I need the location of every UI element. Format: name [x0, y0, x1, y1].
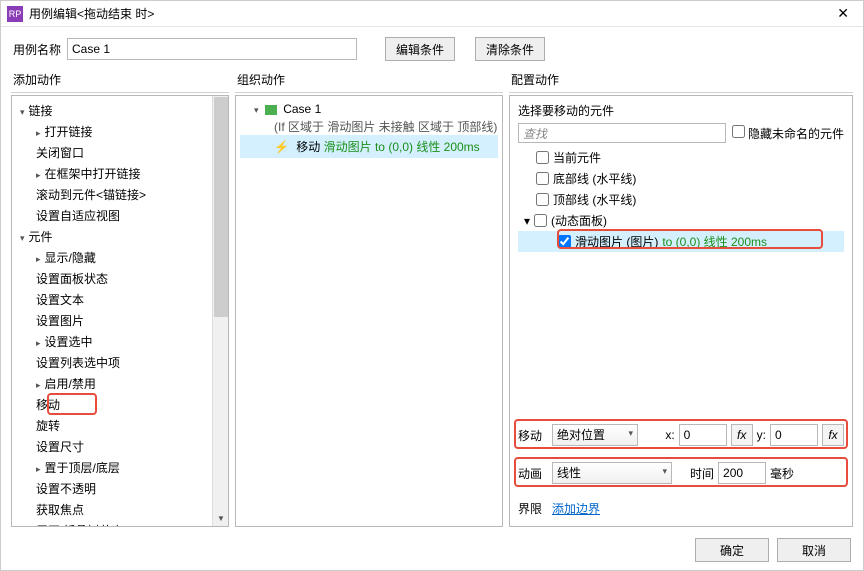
move-type-select[interactable]: 绝对位置 — [552, 424, 638, 446]
hide-unnamed-option[interactable]: 隐藏未命名的元件 — [732, 125, 844, 142]
app-logo: RP — [7, 6, 23, 22]
animate-row: 动画 线性 时间 毫秒 — [518, 459, 844, 487]
add-bounds-link[interactable]: 添加边界 — [552, 500, 600, 517]
tree-item[interactable]: 设置列表选中项 — [12, 352, 228, 373]
tree-item[interactable]: 展开/折叠树节点 — [12, 520, 228, 527]
search-input[interactable] — [518, 123, 726, 143]
fx-button[interactable]: fx — [822, 424, 844, 446]
case-name-label: 用例名称 — [13, 41, 61, 58]
scrollbar[interactable]: ▲ ▼ — [212, 96, 228, 526]
edit-condition-button[interactable]: 编辑条件 — [385, 37, 455, 61]
add-action-panel: 链接 打开链接 关闭窗口 在框架中打开链接 滚动到元件<锚链接> 设置自适应视图… — [11, 95, 229, 527]
titlebar: RP 用例编辑<拖动结束 时> ✕ — [1, 1, 863, 27]
widget-row[interactable]: 底部线 (水平线) — [518, 168, 844, 189]
tree-cat-links[interactable]: 链接 — [12, 100, 228, 121]
y-input[interactable] — [770, 424, 818, 446]
tree-cat-widgets[interactable]: 元件 — [12, 226, 228, 247]
widget-row-selected[interactable]: 滑动图片 (图片) to (0,0) 线性 200ms — [518, 231, 844, 252]
scroll-down-icon[interactable]: ▼ — [214, 512, 228, 526]
action-node[interactable]: ⚡ 移动 滑动图片 to (0,0) 线性 200ms — [240, 135, 498, 158]
case-icon — [265, 105, 277, 115]
time-label: 时间 — [690, 465, 714, 482]
fx-button[interactable]: fx — [731, 424, 753, 446]
add-action-column: 添加动作 链接 打开链接 关闭窗口 在框架中打开链接 滚动到元件<锚链接> 设置… — [11, 67, 229, 527]
widget-tree: 当前元件 底部线 (水平线) 顶部线 (水平线) ▾ (动态面板) 滑动图片 (… — [518, 147, 844, 252]
tree-item[interactable]: 设置文本 — [12, 289, 228, 310]
action-detail: 滑动图片 to (0,0) 线性 200ms — [324, 140, 480, 154]
case-name-input[interactable] — [67, 38, 357, 60]
tree-item[interactable]: 在框架中打开链接 — [12, 163, 228, 184]
hide-unnamed-checkbox[interactable] — [732, 125, 745, 138]
window-title: 用例编辑<拖动结束 时> — [29, 5, 154, 22]
tree-item-move[interactable]: 移动 — [12, 394, 228, 415]
tree-item[interactable]: 滚动到元件<锚链接> — [12, 184, 228, 205]
widget-row[interactable]: ▾ (动态面板) — [518, 210, 844, 231]
animate-label: 动画 — [518, 465, 548, 482]
x-input[interactable] — [679, 424, 727, 446]
add-action-header: 添加动作 — [11, 67, 229, 93]
case-name-row: 用例名称 编辑条件 清除条件 — [1, 27, 863, 67]
tree-item[interactable]: 设置图片 — [12, 310, 228, 331]
widget-checkbox[interactable] — [558, 235, 571, 248]
condition-text: (If 区域于 滑动图片 未接触 区域于 顶部线) — [240, 118, 498, 135]
configure-action-panel: 选择要移动的元件 隐藏未命名的元件 当前元件 底部线 (水平线) 顶部线 (水平… — [509, 95, 853, 527]
widget-row[interactable]: 当前元件 — [518, 147, 844, 168]
tree-item[interactable]: 置于顶层/底层 — [12, 457, 228, 478]
tree-item[interactable]: 显示/隐藏 — [12, 247, 228, 268]
case-label: Case 1 — [283, 102, 321, 116]
tree-item[interactable]: 旋转 — [12, 415, 228, 436]
tree-item[interactable]: 设置选中 — [12, 331, 228, 352]
tree-item[interactable]: 启用/禁用 — [12, 373, 228, 394]
action-tree: 链接 打开链接 关闭窗口 在框架中打开链接 滚动到元件<锚链接> 设置自适应视图… — [12, 96, 228, 527]
tree-item[interactable]: 设置尺寸 — [12, 436, 228, 457]
move-label: 移动 — [518, 427, 548, 444]
time-input[interactable] — [718, 462, 766, 484]
close-icon[interactable]: ✕ — [829, 3, 857, 24]
organize-action-header: 组织动作 — [235, 67, 503, 93]
tree-item[interactable]: 关闭窗口 — [12, 142, 228, 163]
clear-condition-button[interactable]: 清除条件 — [475, 37, 545, 61]
tree-item[interactable]: 设置不透明 — [12, 478, 228, 499]
dialog-footer: 确定 取消 — [695, 538, 851, 562]
y-label: y: — [757, 428, 766, 442]
tree-item[interactable]: 设置自适应视图 — [12, 205, 228, 226]
tree-item[interactable]: 打开链接 — [12, 121, 228, 142]
move-row: 移动 绝对位置 x: fx y: fx — [518, 421, 844, 449]
organize-action-column: 组织动作 Case 1 (If 区域于 滑动图片 未接触 区域于 顶部线) ⚡ … — [235, 67, 503, 527]
case-node[interactable]: Case 1 — [240, 100, 498, 118]
bounds-label: 界限 — [518, 500, 548, 517]
tree-item[interactable]: 设置面板状态 — [12, 268, 228, 289]
bounds-row: 界限 添加边界 — [518, 497, 844, 520]
configure-action-header: 配置动作 — [509, 67, 853, 93]
select-widget-label: 选择要移动的元件 — [518, 102, 844, 119]
animate-type-select[interactable]: 线性 — [552, 462, 672, 484]
bolt-icon: ⚡ — [274, 140, 289, 154]
ms-label: 毫秒 — [770, 465, 794, 482]
ok-button[interactable]: 确定 — [695, 538, 769, 562]
action-prefix: 移动 — [296, 140, 323, 154]
x-label: x: — [665, 428, 674, 442]
configure-action-column: 配置动作 选择要移动的元件 隐藏未命名的元件 当前元件 底部线 (水平线) 顶部… — [509, 67, 853, 527]
widget-row[interactable]: 顶部线 (水平线) — [518, 189, 844, 210]
organize-action-panel: Case 1 (If 区域于 滑动图片 未接触 区域于 顶部线) ⚡ 移动 滑动… — [235, 95, 503, 527]
tree-item[interactable]: 获取焦点 — [12, 499, 228, 520]
cancel-button[interactable]: 取消 — [777, 538, 851, 562]
scroll-thumb[interactable] — [214, 97, 228, 317]
